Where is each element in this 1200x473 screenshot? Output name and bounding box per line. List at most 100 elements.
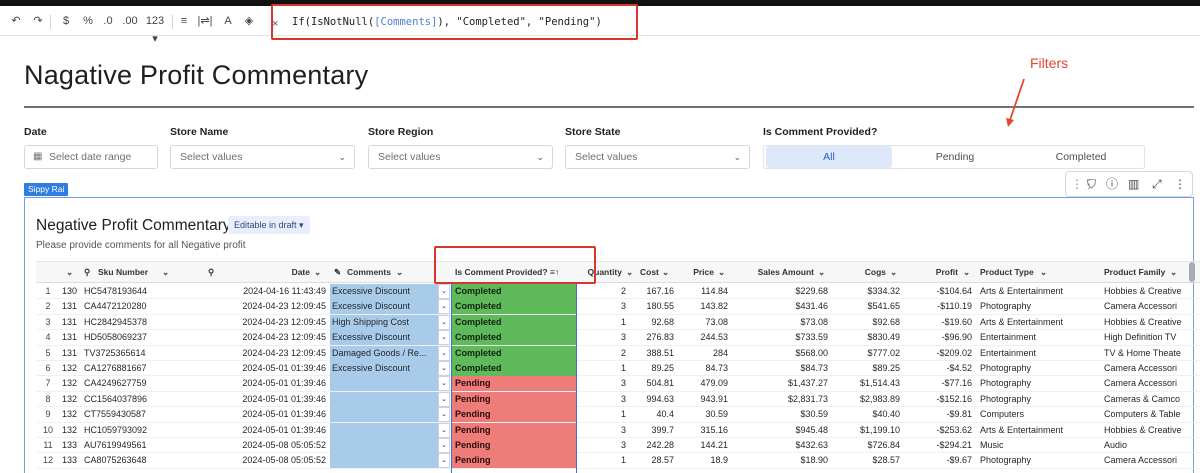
fill-color-icon[interactable]: ◈ xyxy=(241,12,257,30)
cell-comment[interactable] xyxy=(330,407,436,423)
cell-comment[interactable] xyxy=(330,391,436,407)
cell-comment[interactable]: Excessive Discount xyxy=(330,330,436,346)
comment-dropdown-icon[interactable]: ⌄ xyxy=(438,391,450,407)
more-options-icon[interactable]: ⋮ xyxy=(1174,177,1186,191)
chevron-down-icon[interactable]: ⌄ xyxy=(963,262,973,283)
chevron-down-icon[interactable]: ⌄ xyxy=(162,262,174,283)
align-icon[interactable]: ≡ xyxy=(176,12,192,30)
row-number: 6 xyxy=(45,363,51,373)
comment-dropdown-icon[interactable]: ⌄ xyxy=(438,407,450,423)
toolbar-separator xyxy=(172,15,173,29)
editable-draft-badge[interactable]: Editable in draft ▾ xyxy=(228,216,310,234)
comment-dropdown-icon[interactable]: ⌄ xyxy=(438,284,450,299)
col-header-sales[interactable]: Sales Amount xyxy=(736,262,814,283)
filter-store-state-select[interactable]: Select values ⌄ xyxy=(565,145,750,169)
comment-dropdown-icon[interactable]: ⌄ xyxy=(438,345,450,361)
cell-comment[interactable]: High Shipping Cost xyxy=(330,314,436,330)
comment-dropdown-icon[interactable]: ⌄ xyxy=(438,438,450,453)
cell-comment[interactable] xyxy=(330,376,436,392)
col-header-is-comment[interactable]: Is Comment Provided? xyxy=(455,262,555,283)
chevron-down-icon[interactable]: ⌄ xyxy=(662,262,672,283)
table-row[interactable]: 11 133 AU7619949561 2024-05-08 05:05:52 ⌄ Pen… xyxy=(36,438,1200,454)
chart-icon[interactable]: ▥ xyxy=(1128,177,1139,191)
info-icon[interactable]: ⓘ xyxy=(1106,177,1118,191)
comment-dropdown-icon[interactable]: ⌄ xyxy=(438,299,450,315)
col-header-price[interactable]: Price xyxy=(676,262,714,283)
cell-comment[interactable] xyxy=(330,422,436,438)
cell-sku: AU7619949561 xyxy=(84,440,147,450)
cell-profit: -$96.90 xyxy=(941,332,972,343)
segment-all[interactable]: All xyxy=(766,146,892,168)
segment-completed[interactable]: Completed xyxy=(1018,146,1144,168)
sort-icon[interactable]: ≡↑ xyxy=(550,262,564,283)
table-row[interactable]: 9 132 CT7559430587 2024-05-01 01:39:46 ⌄ Pend… xyxy=(36,407,1200,423)
cell-comment[interactable]: Damaged Goods / Re... xyxy=(330,345,436,361)
comment-dropdown-icon[interactable]: ⌄ xyxy=(438,361,450,376)
currency-format-button[interactable]: $ xyxy=(58,12,74,30)
cell-quantity: 3 xyxy=(620,378,626,389)
cell-quantity: 3 xyxy=(620,301,626,312)
cell-sku: CA1276881667 xyxy=(84,363,147,373)
col-header-sku[interactable]: Sku Number xyxy=(98,262,198,283)
cell-profit: -$152.16 xyxy=(936,393,972,404)
segment-pending[interactable]: Pending xyxy=(892,146,1018,168)
cell-cost: 89.25 xyxy=(651,363,674,373)
chevron-down-icon[interactable]: ⌄ xyxy=(626,262,636,283)
chevron-down-icon[interactable]: ⌄ xyxy=(890,262,900,283)
chevron-down-icon[interactable]: ⌄ xyxy=(718,262,728,283)
cell-comment[interactable]: Excessive Discount xyxy=(330,361,436,376)
cell-comment[interactable] xyxy=(330,438,436,453)
chevron-down-icon[interactable]: ⌄ xyxy=(818,262,828,283)
expand-icon[interactable]: ⤢ xyxy=(1152,177,1162,191)
undo-icon[interactable]: ↶ xyxy=(8,12,24,30)
table-header-row: ⌄ ⚲ Sku Number ⌄ ⚲ Date ⌄ ✎ Comments ⌄ I… xyxy=(36,261,1200,283)
filter-date-input[interactable]: ▦ Select date range xyxy=(24,145,158,169)
table-row[interactable]: 3 131 HC2842945378 2024-04-23 12:09:45 High … xyxy=(36,314,1200,331)
col-header-profit[interactable]: Profit xyxy=(906,262,958,283)
increase-decimals-button[interactable]: .00 xyxy=(122,12,138,30)
number-format-button[interactable]: 123 ▾ xyxy=(142,12,168,45)
filter-store-name-select[interactable]: Select values ⌄ xyxy=(170,145,355,169)
table-row[interactable]: 2 131 CA4472120280 2024-04-23 12:09:45 Exces… xyxy=(36,299,1200,315)
chevron-down-icon[interactable]: ⌄ xyxy=(314,262,324,283)
formula-bar[interactable]: If(IsNotNull([Comments]), "Completed", "… xyxy=(292,16,602,28)
chevron-down-icon[interactable]: ⌄ xyxy=(1170,262,1180,283)
comment-dropdown-icon[interactable]: ⌄ xyxy=(438,453,450,469)
col-header-cogs[interactable]: Cogs xyxy=(836,262,886,283)
row-number: 12 xyxy=(42,455,53,466)
cell-comment[interactable] xyxy=(330,453,436,469)
comment-dropdown-icon[interactable]: ⌄ xyxy=(438,422,450,438)
table-scrollbar[interactable] xyxy=(1189,262,1195,282)
cell-cogs: $1,514.43 xyxy=(859,378,900,389)
table-row[interactable]: 10 132 HC1059793092 2024-05-01 01:39:46 ⌄ Pen… xyxy=(36,422,1200,438)
text-color-icon[interactable]: A xyxy=(220,12,236,30)
comment-dropdown-icon[interactable]: ⌄ xyxy=(438,330,450,346)
comment-dropdown-icon[interactable]: ⌄ xyxy=(438,314,450,330)
filter-icon[interactable]: ⛉ xyxy=(1087,177,1096,191)
col-header-date[interactable]: Date xyxy=(236,262,310,283)
col-header-quantity[interactable]: Quantity xyxy=(572,262,622,283)
cell-cogs: $28.57 xyxy=(872,455,900,466)
decrease-decimals-button[interactable]: .0 xyxy=(100,12,116,30)
chevron-down-icon[interactable]: ⌄ xyxy=(396,262,406,283)
chevron-down-icon[interactable]: ⌄ xyxy=(1040,262,1050,283)
table-row[interactable]: 1 130 HC5478193644 2024-04-16 11:43:49 Exces… xyxy=(36,284,1200,300)
percent-format-button[interactable]: % xyxy=(80,12,96,30)
wrap-icon[interactable]: |⇌| xyxy=(197,12,213,30)
table-row[interactable]: 12 133 CA8075263648 2024-05-08 05:05:52 ⌄ Pen… xyxy=(36,453,1200,469)
cell-date: 2024-04-23 12:09:45 xyxy=(242,301,326,312)
filter-store-region-select[interactable]: Select values ⌄ xyxy=(368,145,553,169)
cell-comment[interactable]: Excessive Discount xyxy=(330,284,436,299)
cell-comment[interactable]: Excessive Discount xyxy=(330,299,436,315)
comment-dropdown-icon[interactable]: ⌄ xyxy=(438,376,450,392)
table-row[interactable]: 7 132 CA4249627759 2024-05-01 01:39:46 ⌄ Pend… xyxy=(36,376,1200,392)
row-number: 2 xyxy=(45,301,51,312)
col-id-chevron-icon[interactable]: ⌄ xyxy=(66,262,80,283)
table-subtitle: Please provide comments for all Negative… xyxy=(36,240,246,251)
table-row[interactable]: 8 132 CC1564037896 2024-05-01 01:39:46 ⌄ Pend… xyxy=(36,391,1200,408)
table-row[interactable]: 4 131 HD5058069237 2024-04-23 12:09:45 Exces… xyxy=(36,330,1200,346)
redo-icon[interactable]: ↷ xyxy=(30,12,46,30)
table-row[interactable]: 6 132 CA1276881667 2024-05-01 01:39:46 Exces… xyxy=(36,361,1200,377)
table-row[interactable]: 5 131 TV3725365614 2024-04-23 12:09:45 Damag… xyxy=(36,345,1200,361)
formula-cancel-icon[interactable]: × xyxy=(272,18,278,30)
